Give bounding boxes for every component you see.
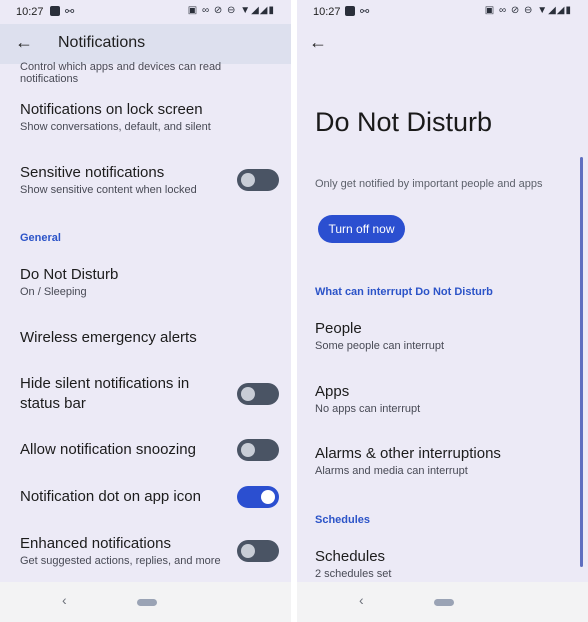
status-time: 10:27 [16,6,44,18]
status-bar: 10:27 ⚯ ▣ ∞ ⊘ ⊖ ▼◢◢▮ [297,0,588,24]
enhanced-notifications-item[interactable]: Enhanced notifications Get suggested act… [20,534,231,567]
page-title: Do Not Disturb [315,107,493,137]
back-arrow-icon[interactable]: ← [307,32,329,52]
section-header-interrupt: What can interrupt Do Not Disturb [315,286,493,298]
do-not-disturb-screen: 10:27 ⚯ ▣ ∞ ⊘ ⊖ ▼◢◢▮ ← Do Not Disturb On… [297,0,588,622]
item-title: People [315,320,362,337]
hide-silent-notifications-toggle[interactable] [237,383,279,405]
notification-dot-item[interactable]: Notification dot on app icon [20,487,231,507]
app-bar: ← Notifications [0,24,291,64]
enhanced-notifications-toggle[interactable] [237,540,279,562]
sensitive-notifications-item[interactable]: Sensitive notifications Show sensitive c… [20,163,231,196]
item-title: Wireless emergency alerts [20,329,197,346]
page-title: Notifications [58,34,146,51]
item-subtitle: No apps can interrupt [315,403,421,415]
toggle-knob [261,490,275,504]
system-nav-bar: ‹ [297,582,588,622]
item-title: Apps [315,383,350,400]
system-nav-bar: ‹ [0,582,291,622]
app-notification-icon [345,6,355,16]
status-bar: 10:27 ⚯ ▣ ∞ ⊘ ⊖ ▼◢◢▮ [0,0,291,24]
system-status-icons: ▣ ∞ ⊘ ⊖ ▼◢◢▮ [187,5,275,16]
item-title: Enhanced notifications [20,535,171,552]
apps-item[interactable]: Apps No apps can interrupt [315,382,576,415]
back-arrow-icon[interactable]: ← [13,32,35,52]
system-status-icons: ▣ ∞ ⊘ ⊖ ▼◢◢▮ [484,5,572,16]
toggle-knob [241,173,255,187]
item-title: Allow notification snoozing [20,441,196,458]
link-icon: ⚯ [360,6,370,18]
section-header-schedules: Schedules [315,514,371,526]
toggle-knob [241,443,255,457]
sensitive-notifications-toggle[interactable] [237,169,279,191]
do-not-disturb-item[interactable]: Do Not Disturb On / Sleeping [20,265,279,298]
item-title: Notifications on lock screen [20,101,203,118]
item-subtitle: Alarms and media can interrupt [315,465,468,477]
item-title: Alarms & other interruptions [315,445,501,462]
item-title: Notification dot on app icon [20,488,201,505]
nav-back-icon[interactable]: ‹ [62,592,67,608]
link-icon: ⚯ [65,6,75,18]
notification-snoozing-item[interactable]: Allow notification snoozing [20,440,231,460]
item-subtitle: Some people can interrupt [315,340,445,352]
item-subtitle: 2 schedules set [315,568,392,580]
turn-off-now-button[interactable]: Turn off now [318,215,405,243]
item-subtitle: On / Sleeping [20,286,87,298]
section-header-general: General [20,232,61,244]
status-time: 10:27 [313,6,341,18]
people-item[interactable]: People Some people can interrupt [315,319,576,352]
scrollbar[interactable] [580,157,583,567]
wireless-emergency-alerts-item[interactable]: Wireless emergency alerts [20,328,279,348]
schedules-item[interactable]: Schedules 2 schedules set [315,547,576,580]
nav-back-icon[interactable]: ‹ [359,592,364,608]
notifications-screen: 10:27 ⚯ ▣ ∞ ⊘ ⊖ ▼◢◢▮ ← Notifications Con… [0,0,291,622]
item-subtitle: Control which apps and devices can read … [20,61,222,85]
item-title: Schedules [315,548,386,565]
item-title: Sensitive notifications [20,164,165,181]
home-handle[interactable] [434,599,454,606]
toggle-knob [241,544,255,558]
toggle-knob [241,387,255,401]
lock-screen-notifications-item[interactable]: Notifications on lock screen Show conver… [20,100,279,133]
page-description: Only get notified by important people an… [315,178,543,190]
app-bar: ← [297,24,588,64]
item-subtitle: Get suggested actions, replies, and more [20,555,221,567]
home-handle[interactable] [137,599,157,606]
notification-dot-toggle[interactable] [237,486,279,508]
notification-snoozing-toggle[interactable] [237,439,279,461]
notification-access-item[interactable]: Control which apps and devices can read … [20,60,279,85]
alarms-item[interactable]: Alarms & other interruptions Alarms and … [315,444,576,477]
item-subtitle: Show conversations, default, and silent [20,121,211,133]
item-title: Hide silent notifications in status bar [20,375,190,412]
hide-silent-notifications-item[interactable]: Hide silent notifications in status bar [20,374,211,414]
item-title: Do Not Disturb [20,266,119,283]
app-notification-icon [50,6,60,16]
item-subtitle: Show sensitive content when locked [20,184,197,196]
